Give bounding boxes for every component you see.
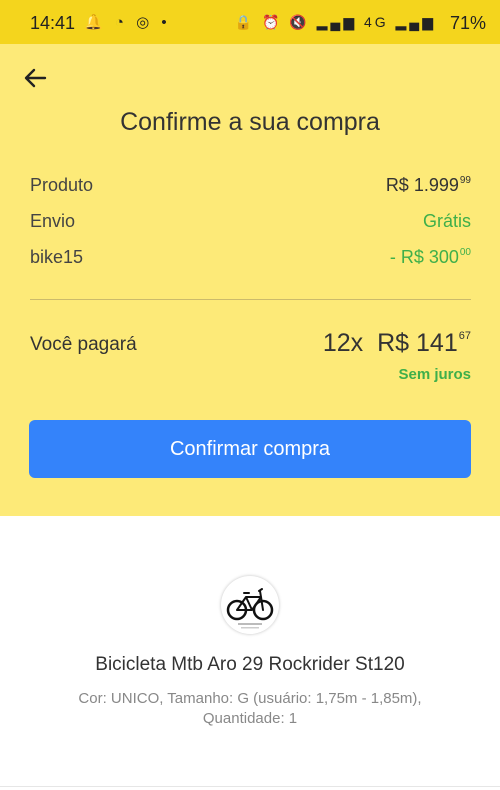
notification-icons: 🔔 ◔ ◎ •	[84, 14, 171, 31]
page-title: Confirme a sua compra	[120, 108, 380, 136]
purchase-summary-panel: Confirme a sua compra Produto R$ 1.99999…	[0, 44, 500, 516]
confirm-purchase-button[interactable]: Confirmar compra	[29, 420, 471, 478]
installment-amount: 12x R$ 14167	[323, 329, 471, 358]
interest-badge: Sem juros	[398, 366, 471, 383]
coupon-label: bike15	[30, 247, 84, 267]
coupon-discount: - R$ 30000	[389, 247, 471, 267]
coupon-discount-cents: 00	[459, 247, 471, 258]
battery-indicator: 71%	[449, 13, 486, 33]
bottom-divider	[0, 786, 500, 787]
product-name: Bicicleta Mtb Aro 29 Rockrider St120	[95, 654, 405, 675]
installment-price-cents: 67	[458, 330, 471, 342]
product-image	[221, 576, 279, 634]
total-label: Você pagará	[30, 334, 137, 355]
shipping-row: Envio Grátis	[30, 211, 471, 237]
product-row: Produto R$ 1.99999	[30, 175, 471, 201]
status-bar: 14:41 🔔 ◔ ◎ • 🔒 ⏰ 🔇 ▂▄▆ 4G ▂▄▆ 71%	[0, 0, 500, 44]
coupon-row: bike15 - R$ 30000	[30, 247, 471, 273]
status-time: 14:41	[30, 13, 76, 33]
product-label: Produto	[30, 175, 94, 195]
shipping-value: Grátis	[422, 211, 471, 231]
shipping-label: Envio	[30, 211, 76, 231]
divider	[30, 299, 471, 300]
product-price-cents: 99	[459, 175, 471, 186]
installment-count: 12x	[322, 329, 364, 357]
product-details: Cor: UNICO, Tamanho: G (usuário: 1,75m -…	[78, 690, 422, 727]
arrow-left-icon[interactable]	[22, 64, 50, 92]
product-price: R$ 1.99999	[385, 175, 471, 195]
system-icons: 🔒 ⏰ 🔇 ▂▄▆ 4G ▂▄▆	[234, 14, 436, 30]
installment-price: R$ 141	[377, 329, 458, 357]
